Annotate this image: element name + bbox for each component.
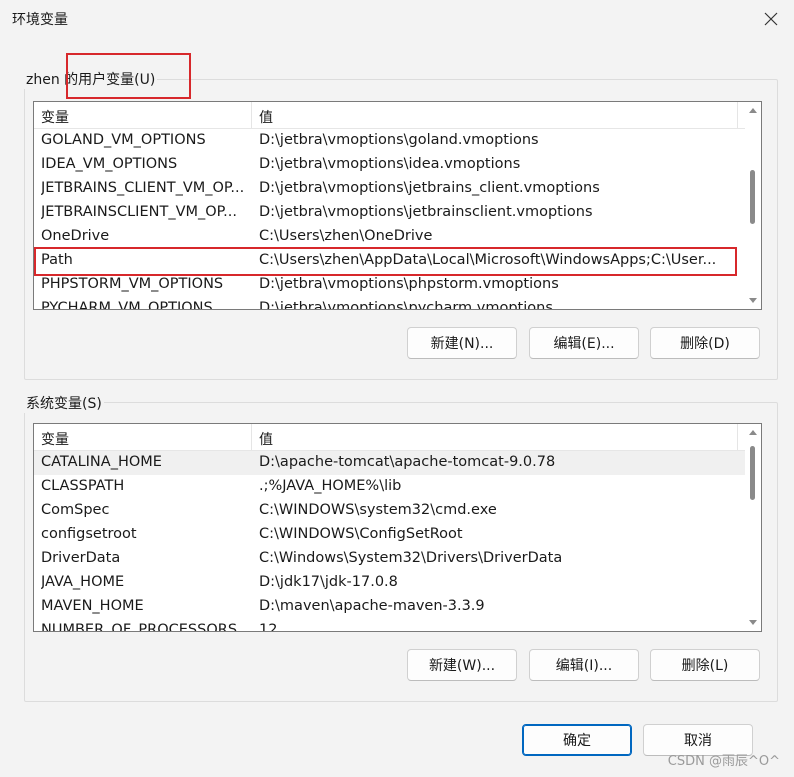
column-header-value[interactable]: 值 xyxy=(259,107,273,127)
variable-name: MAVEN_HOME xyxy=(41,598,144,614)
variable-value: D:\maven\apache-maven-3.3.9 xyxy=(259,598,485,614)
close-button[interactable] xyxy=(748,0,794,38)
close-icon xyxy=(764,12,778,26)
variable-name: ComSpec xyxy=(41,502,110,518)
scroll-thumb[interactable] xyxy=(750,446,755,500)
variable-value: D:\jetbra\vmoptions\jetbrainsclient.vmop… xyxy=(259,204,593,220)
table-row[interactable]: GOLAND_VM_OPTIONS D:\jetbra\vmoptions\go… xyxy=(34,129,745,153)
variable-value: D:\jdk17\jdk-17.0.8 xyxy=(259,574,398,590)
variable-name: CLASSPATH xyxy=(41,478,125,494)
table-row[interactable]: JAVA_HOME D:\jdk17\jdk-17.0.8 xyxy=(34,571,745,595)
variable-value: 12 xyxy=(259,622,278,632)
user-vars-list[interactable]: 变量 值 GOLAND_VM_OPTIONS D:\jetbra\vmoptio… xyxy=(33,101,762,310)
variable-value: D:\jetbra\vmoptions\pycharm.vmoptions xyxy=(259,300,553,310)
column-header-variable[interactable]: 变量 xyxy=(41,429,69,449)
system-new-button[interactable]: 新建(W)... xyxy=(407,649,517,681)
variable-name: GOLAND_VM_OPTIONS xyxy=(41,132,206,148)
variable-name: PHPSTORM_VM_OPTIONS xyxy=(41,276,224,292)
table-row[interactable]: JETBRAINSCLIENT_VM_OP... D:\jetbra\vmopt… xyxy=(34,201,745,225)
column-divider[interactable] xyxy=(251,424,252,450)
highlight-box-user-label xyxy=(66,53,191,99)
table-row[interactable]: DriverData C:\Windows\System32\Drivers\D… xyxy=(34,547,745,571)
variable-value: C:\Windows\System32\Drivers\DriverData xyxy=(259,550,563,566)
table-row[interactable]: PYCHARM_VM_OPTIONS D:\jetbra\vmoptions\p… xyxy=(34,297,745,310)
variable-name: DriverData xyxy=(41,550,121,566)
user-vars-header: 变量 值 xyxy=(34,102,745,129)
window-title: 环境变量 xyxy=(12,12,68,28)
variable-value: C:\Users\zhen\OneDrive xyxy=(259,228,433,244)
table-row[interactable]: OneDrive C:\Users\zhen\OneDrive xyxy=(34,225,745,249)
system-delete-button[interactable]: 删除(L) xyxy=(650,649,760,681)
column-divider[interactable] xyxy=(737,102,738,128)
variable-name: JETBRAINS_CLIENT_VM_OP... xyxy=(41,180,245,196)
variable-value: D:\apache-tomcat\apache-tomcat-9.0.78 xyxy=(259,454,556,470)
system-edit-button[interactable]: 编辑(I)... xyxy=(529,649,639,681)
table-row[interactable]: CLASSPATH .;%JAVA_HOME%\lib xyxy=(34,475,745,499)
table-row-selected[interactable]: CATALINA_HOME D:\apache-tomcat\apache-to… xyxy=(34,451,745,475)
variable-value: D:\jetbra\vmoptions\goland.vmoptions xyxy=(259,132,539,148)
table-row[interactable]: PHPSTORM_VM_OPTIONS D:\jetbra\vmoptions\… xyxy=(34,273,745,297)
column-header-value[interactable]: 值 xyxy=(259,429,273,449)
user-delete-button[interactable]: 删除(D) xyxy=(650,327,760,359)
variable-name: OneDrive xyxy=(41,228,110,244)
table-row[interactable]: MAVEN_HOME D:\maven\apache-maven-3.3.9 xyxy=(34,595,745,619)
column-header-variable[interactable]: 变量 xyxy=(41,107,69,127)
variable-name: JETBRAINSCLIENT_VM_OP... xyxy=(41,204,237,220)
variable-name: configsetroot xyxy=(41,526,137,542)
column-divider[interactable] xyxy=(737,424,738,450)
highlight-box-path-row xyxy=(34,247,737,276)
system-vars-scrollbar[interactable] xyxy=(745,424,761,631)
scroll-down-icon[interactable] xyxy=(749,620,757,625)
table-row[interactable]: NUMBER_OF_PROCESSORS 12 xyxy=(34,619,745,632)
variable-name: NUMBER_OF_PROCESSORS xyxy=(41,622,238,632)
user-new-button[interactable]: 新建(N)... xyxy=(407,327,517,359)
system-vars-list[interactable]: 变量 值 CATALINA_HOME D:\apache-tomcat\apac… xyxy=(33,423,762,632)
title-bar: 环境变量 xyxy=(0,0,794,38)
ok-button[interactable]: 确定 xyxy=(522,724,632,756)
variable-value: D:\jetbra\vmoptions\jetbrains_client.vmo… xyxy=(259,180,600,196)
table-row[interactable]: configsetroot C:\WINDOWS\ConfigSetRoot xyxy=(34,523,745,547)
table-row[interactable]: ComSpec C:\WINDOWS\system32\cmd.exe xyxy=(34,499,745,523)
variable-name: CATALINA_HOME xyxy=(41,454,162,470)
system-vars-label: 系统变量(S) xyxy=(24,393,104,413)
variable-value: C:\WINDOWS\ConfigSetRoot xyxy=(259,526,463,542)
variable-name: PYCHARM_VM_OPTIONS xyxy=(41,300,213,310)
scroll-thumb[interactable] xyxy=(750,170,755,224)
scroll-up-icon[interactable] xyxy=(749,430,757,435)
variable-value: C:\WINDOWS\system32\cmd.exe xyxy=(259,502,497,518)
variable-name: IDEA_VM_OPTIONS xyxy=(41,156,178,172)
system-vars-header: 变量 值 xyxy=(34,424,745,451)
user-edit-button[interactable]: 编辑(E)... xyxy=(529,327,639,359)
variable-value: D:\jetbra\vmoptions\phpstorm.vmoptions xyxy=(259,276,559,292)
watermark: CSDN @雨辰^O^ xyxy=(667,754,780,769)
variable-value: .;%JAVA_HOME%\lib xyxy=(259,478,402,494)
scroll-up-icon[interactable] xyxy=(749,108,757,113)
system-vars-rows: CATALINA_HOME D:\apache-tomcat\apache-to… xyxy=(34,451,745,631)
table-row[interactable]: IDEA_VM_OPTIONS D:\jetbra\vmoptions\idea… xyxy=(34,153,745,177)
user-vars-rows: GOLAND_VM_OPTIONS D:\jetbra\vmoptions\go… xyxy=(34,129,745,309)
scroll-down-icon[interactable] xyxy=(749,298,757,303)
variable-name: JAVA_HOME xyxy=(41,574,125,590)
variable-value: D:\jetbra\vmoptions\idea.vmoptions xyxy=(259,156,521,172)
user-vars-scrollbar[interactable] xyxy=(745,102,761,309)
column-divider[interactable] xyxy=(251,102,252,128)
table-row[interactable]: JETBRAINS_CLIENT_VM_OP... D:\jetbra\vmop… xyxy=(34,177,745,201)
